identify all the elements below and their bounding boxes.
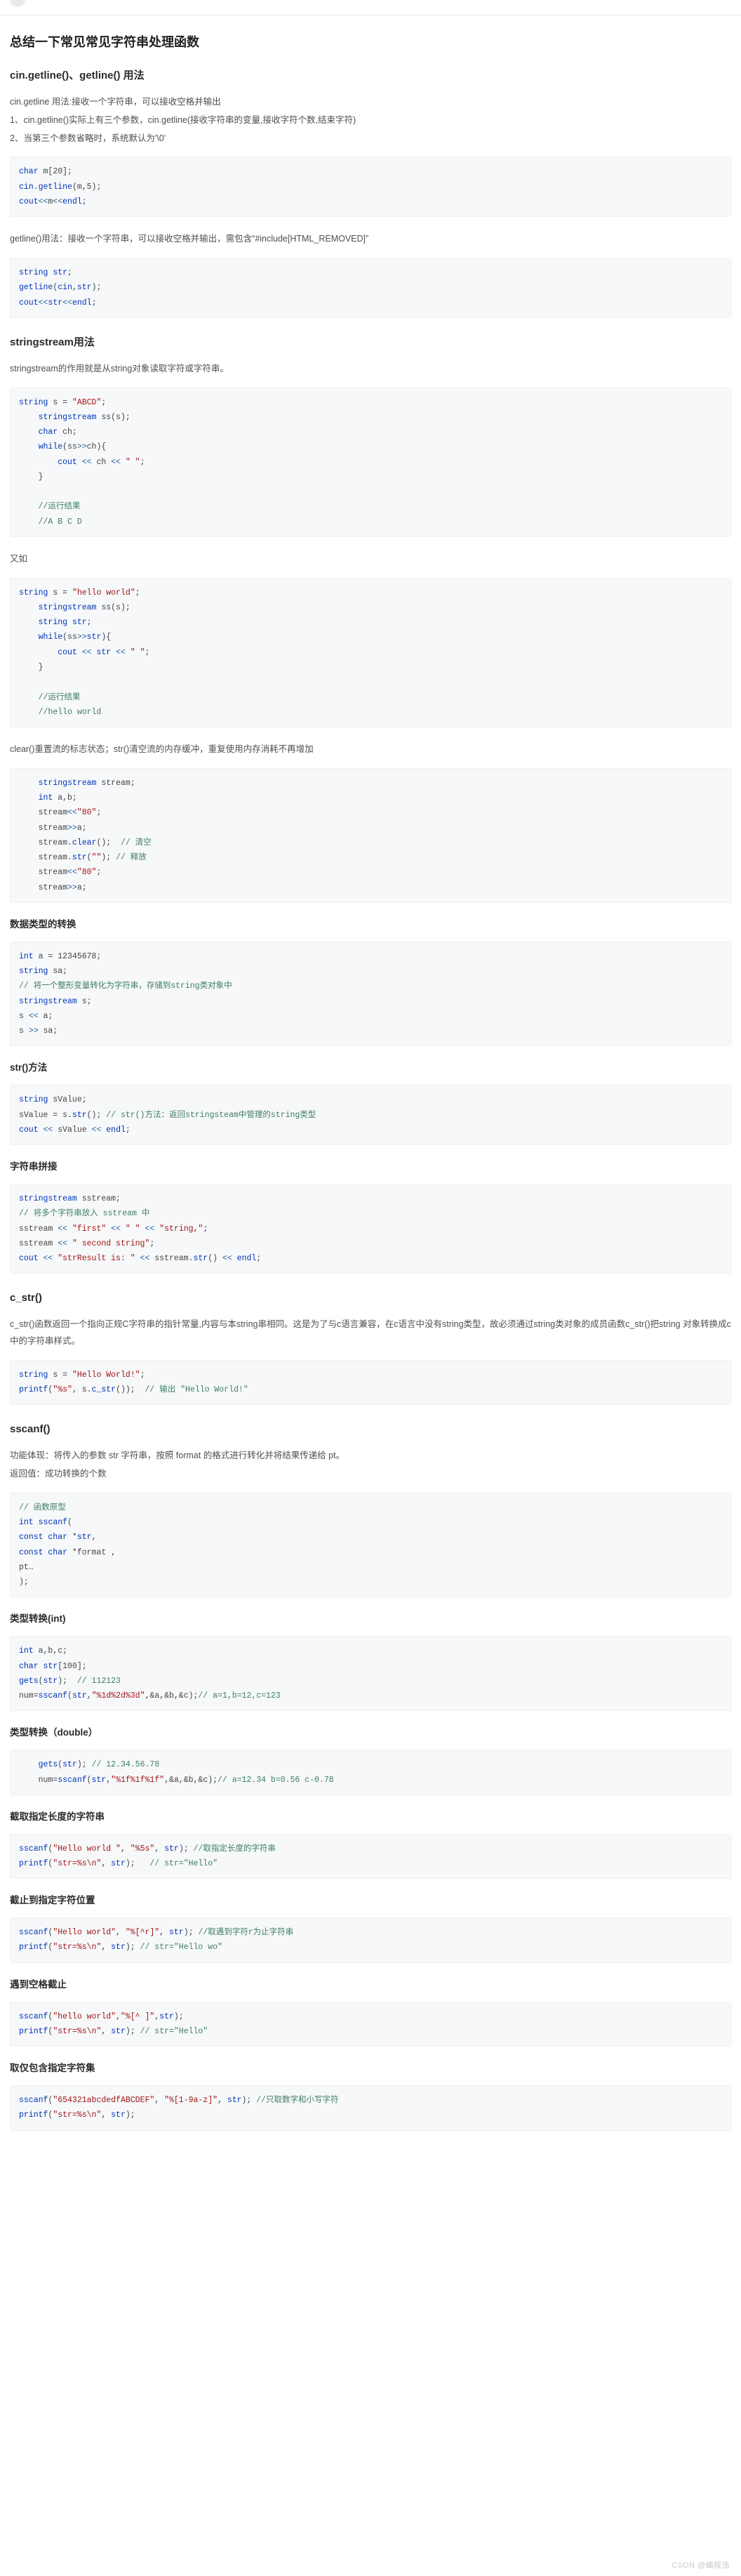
code-block-concat[interactable]: stringstream sstream; // 将多个字符串放入 sstrea… — [10, 1184, 731, 1274]
code-block-getline[interactable]: string str; getline(cin,str); cout<<str<… — [10, 257, 731, 318]
stringstream-paragraph-2: 又如 — [10, 553, 28, 564]
stringstream-paragraph-1: stringstream的作用就是从string对象读取字符或字符串。 — [10, 363, 229, 374]
code-block-fixed-length[interactable]: sscanf("Hello world ", "%5s", str); //取指… — [10, 1833, 731, 1880]
section-heading-sscanf: sscanf() — [10, 1423, 51, 1436]
getline-paragraph-4: getline()用法：接收一个字符串，可以接收空格并输出，需包含“#inclu… — [10, 234, 369, 244]
sscanf-paragraph-1: 功能体现：将传入的参数 str 字符串，按照 format 的格式进行转化并将结… — [10, 1451, 345, 1461]
code-block-stringstream-clear[interactable]: stringstream stream; int a,b; stream<<"8… — [10, 767, 731, 903]
code-block-c-str[interactable]: string s = "Hello World!"; printf("%s", … — [10, 1359, 731, 1406]
section-heading-str-method: str()方法 — [10, 1062, 48, 1074]
section-heading-stringstream: stringstream用法 — [10, 336, 95, 348]
csdn-watermark: CSDN @编程浩 — [672, 2561, 730, 2570]
code-block-sscanf-prototype[interactable]: // 函数原型 int sscanf( const char *str, con… — [10, 1492, 731, 1598]
sscanf-paragraph-2: 返回值：成功转换的个数 — [10, 1469, 107, 1479]
code-block-str-method[interactable]: string sValue; sValue = s.str(); // str(… — [10, 1085, 731, 1146]
section-heading-int-cast: 类型转换(int) — [10, 1613, 66, 1625]
section-heading-charset: 取仅包含指定字符集 — [10, 2063, 95, 2074]
article-page: 总结一下常见常见字符串处理函数 cin.getline()、getline() … — [0, 0, 741, 2576]
getline-paragraph-2: 1、cin.getline()实际上有三个参数，cin.getline(接收字符… — [10, 114, 356, 125]
section-heading-fixed-length: 截取指定长度的字符串 — [10, 1811, 105, 1822]
stringstream-paragraph-3: clear()重置流的标志状态；str()清空流的内存缓冲，重复使用内存消耗不再… — [10, 744, 314, 755]
section-heading-concat: 字符串拼接 — [10, 1161, 58, 1173]
code-block-until-space[interactable]: sscanf("hello world","%[^ ]",str); print… — [10, 2001, 731, 2047]
code-block-stringstream-string[interactable]: string s = "hello world"; stringstream s… — [10, 577, 731, 728]
code-block-conversion[interactable]: int a = 12345678; string sa; // 将一个整形变量转… — [10, 941, 731, 1047]
page-title: 总结一下常见常见字符串处理函数 — [10, 35, 199, 49]
section-heading-c-str: c_str() — [10, 1292, 42, 1304]
article-body: 总结一下常见常见字符串处理函数 cin.getline()、getline() … — [0, 15, 741, 2166]
section-heading-until-char: 截止到指定字符位置 — [10, 1895, 95, 1906]
code-block-charset[interactable]: sscanf("654321abcdedfABCDEF", "%[1-9a-z]… — [10, 2085, 731, 2131]
getline-paragraph-1: cin.getline 用法:接收一个字符串，可以接收空格并输出 — [10, 97, 221, 107]
section-heading-conversion: 数据类型的转换 — [10, 918, 76, 930]
section-heading-until-space: 遇到空格截止 — [10, 1979, 67, 1990]
section-heading-double-cast: 类型转换（double） — [10, 1727, 98, 1738]
code-block-cin-getline[interactable]: char m[20]; cin.getline(m,5); cout<<m<<e… — [10, 157, 731, 218]
code-block-double-cast[interactable]: gets(str); // 12.34.56.78 num=sscanf(str… — [10, 1750, 731, 1795]
code-block-until-char[interactable]: sscanf("Hello world", "%[^r]", str); //取… — [10, 1917, 731, 1963]
code-block-stringstream-char[interactable]: string s = "ABCD"; stringstream ss(s); c… — [10, 387, 731, 537]
getline-paragraph-3: 2、当第三个参数省略时，系统默认为'\0' — [10, 133, 166, 143]
code-block-int-cast[interactable]: int a,b,c; char str[100]; gets(str); // … — [10, 1636, 731, 1712]
c-str-paragraph-1: c_str()函数返回一个指向正规C字符串的指针常量,内容与本string串相同… — [10, 1319, 731, 1347]
scroll-indicator-dot — [10, 0, 25, 7]
page-topbar — [0, 0, 741, 15]
section-heading-getline: cin.getline()、getline() 用法 — [10, 70, 145, 82]
